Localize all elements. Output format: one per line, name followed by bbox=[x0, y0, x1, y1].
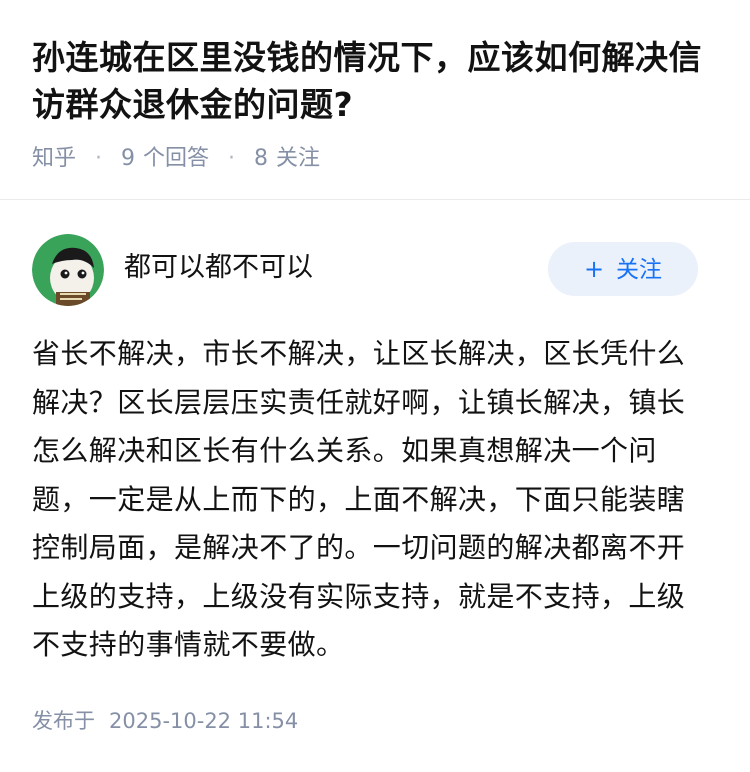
author-row: 都可以都不可以 + 关注 bbox=[0, 230, 750, 310]
follow-label: 关注 bbox=[616, 257, 663, 283]
question-header: 孙连城在区里没钱的情况下，应该如何解决信访群众退休金的问题? 知乎 · 9 个回答… bbox=[0, 0, 750, 200]
avatar[interactable] bbox=[32, 234, 104, 306]
answer-content: 省长不解决，市长不解决，让区长解决，区长凭什么解决？区长层层压实责任就好啊，让镇… bbox=[32, 337, 686, 661]
published-time: 2025-10-22 11:54 bbox=[109, 709, 299, 733]
meta-separator: · bbox=[228, 146, 236, 171]
followers-label: 关注 bbox=[276, 146, 321, 171]
question-title[interactable]: 孙连城在区里没钱的情况下，应该如何解决信访群众退休金的问题? bbox=[32, 34, 732, 128]
publish-info: 发布于 2025-10-22 11:54 bbox=[32, 706, 298, 736]
answers-count: 9 bbox=[121, 146, 136, 171]
source-label[interactable]: 知乎 bbox=[32, 146, 76, 171]
author-name[interactable]: 都可以都不可以 bbox=[124, 250, 313, 286]
question-meta: 知乎 · 9 个回答 · 8 关注 bbox=[32, 144, 320, 174]
followers-count: 8 bbox=[254, 146, 269, 171]
follow-button[interactable]: + 关注 bbox=[548, 242, 698, 296]
avatar-image bbox=[32, 234, 104, 306]
plus-icon: + bbox=[583, 255, 605, 283]
answers-label[interactable]: 个回答 bbox=[143, 146, 209, 171]
meta-separator: · bbox=[95, 146, 103, 171]
published-label: 发布于 bbox=[32, 709, 95, 733]
